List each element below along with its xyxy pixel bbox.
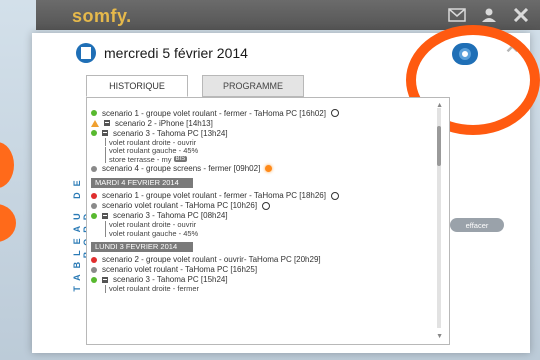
item-text: scenario 3 - Tahoma PC [13h24] xyxy=(113,128,228,138)
history-modal: TABLEAU DE BORD ✕ mercredi 5 février 201… xyxy=(32,25,540,353)
warning-icon xyxy=(91,119,99,127)
status-dot-grey xyxy=(91,165,97,172)
item-text: scenario 1 - groupe volet roulant - ferm… xyxy=(102,191,326,200)
list-item[interactable]: scenario 2 - groupe volet roulant - ouvr… xyxy=(87,255,427,265)
tabs: HISTORIQUE PROGRAMME xyxy=(86,75,318,97)
history-panel: scenario 1 - groupe volet roulant - ferm… xyxy=(86,97,450,345)
status-badge: BIS xyxy=(173,156,188,163)
clock-icon xyxy=(330,191,339,200)
list-item[interactable]: scenario 3 - Tahoma PC [08h24] xyxy=(87,211,427,221)
scrollbar-thumb[interactable] xyxy=(437,126,441,166)
list-item[interactable]: scenario volet roulant - TaHoma PC [10h2… xyxy=(87,201,427,211)
list-item[interactable]: scenario 2 - iPhone [14h13] xyxy=(87,118,427,128)
tab-programme[interactable]: PROGRAMME xyxy=(202,75,304,97)
collapse-icon[interactable] xyxy=(102,212,108,219)
status-dot-green xyxy=(91,110,97,116)
sub-item: volet roulant droite - fermer xyxy=(87,284,427,293)
item-text: scenario 2 - iPhone [14h13] xyxy=(115,118,213,128)
item-text: scenario 3 - Tahoma PC [08h24] xyxy=(113,211,228,220)
status-dot-grey xyxy=(91,202,97,209)
sun-icon xyxy=(265,165,273,172)
clock-icon xyxy=(330,109,339,117)
item-text: scenario 2 - groupe volet roulant - ouvr… xyxy=(102,255,321,264)
page-title: mercredi 5 février 2014 xyxy=(104,45,248,61)
effacer-button[interactable]: effacer xyxy=(450,218,504,232)
expand-icon[interactable] xyxy=(104,120,110,126)
status-dot-green xyxy=(91,130,97,136)
item-text: scenario volet roulant - TaHoma PC [16h2… xyxy=(102,265,258,274)
list-item[interactable]: scenario 1 - groupe volet roulant - ferm… xyxy=(87,108,427,118)
status-dot-grey xyxy=(91,266,97,273)
scroll-down-icon[interactable]: ▼ xyxy=(436,333,443,340)
envelope-icon[interactable] xyxy=(448,8,466,22)
sub-item: store terrasse - my BIS xyxy=(87,155,427,164)
collapse-icon[interactable] xyxy=(102,130,108,136)
status-dot-green xyxy=(91,276,97,283)
status-dot-green xyxy=(91,212,97,219)
day-header: MARDI 4 FEVRIER 2014 xyxy=(91,177,193,188)
user-icon[interactable] xyxy=(480,8,498,22)
collapse-icon[interactable] xyxy=(102,276,108,283)
history-list: scenario 1 - groupe volet roulant - ferm… xyxy=(87,108,427,293)
side-bar xyxy=(32,33,62,353)
clock-icon xyxy=(262,201,271,210)
item-text: scenario 4 - groupe screens - fermer [09… xyxy=(102,164,261,173)
item-text: scenario 3 - Tahoma PC [15h24] xyxy=(113,275,228,284)
list-item[interactable]: scenario volet roulant - TaHoma PC [16h2… xyxy=(87,265,427,275)
status-dot-red xyxy=(91,256,97,263)
top-icons xyxy=(448,8,530,22)
day-header: LUNDI 3 FEVRIER 2014 xyxy=(91,241,193,252)
item-text: scenario volet roulant - TaHoma PC [10h2… xyxy=(102,201,258,210)
sub-item: volet roulant droite - ouvrir xyxy=(87,220,427,229)
calendar-icon xyxy=(76,43,96,63)
item-text: scenario 1 - groupe volet roulant - ferm… xyxy=(102,108,326,118)
status-dot-red xyxy=(91,192,97,199)
tab-historique[interactable]: HISTORIQUE xyxy=(86,75,188,97)
scrollbar[interactable] xyxy=(437,108,441,328)
list-item[interactable]: scenario 4 - groupe screens - fermer [09… xyxy=(87,164,427,174)
somfy-logo: somfy. xyxy=(72,6,132,26)
list-item[interactable]: scenario 1 - groupe volet roulant - ferm… xyxy=(87,191,427,201)
list-item[interactable]: scenario 3 - Tahoma PC [15h24] xyxy=(87,275,427,285)
sub-item: volet roulant gauche - 45% xyxy=(87,229,427,238)
modal-header: mercredi 5 février 2014 xyxy=(76,43,248,63)
sub-item: volet roulant gauche - 45% xyxy=(87,146,427,155)
close-icon[interactable] xyxy=(512,8,530,22)
list-item[interactable]: scenario 3 - Tahoma PC [13h24] xyxy=(87,128,427,138)
sub-item: volet roulant droite - ouvrir xyxy=(87,138,427,147)
